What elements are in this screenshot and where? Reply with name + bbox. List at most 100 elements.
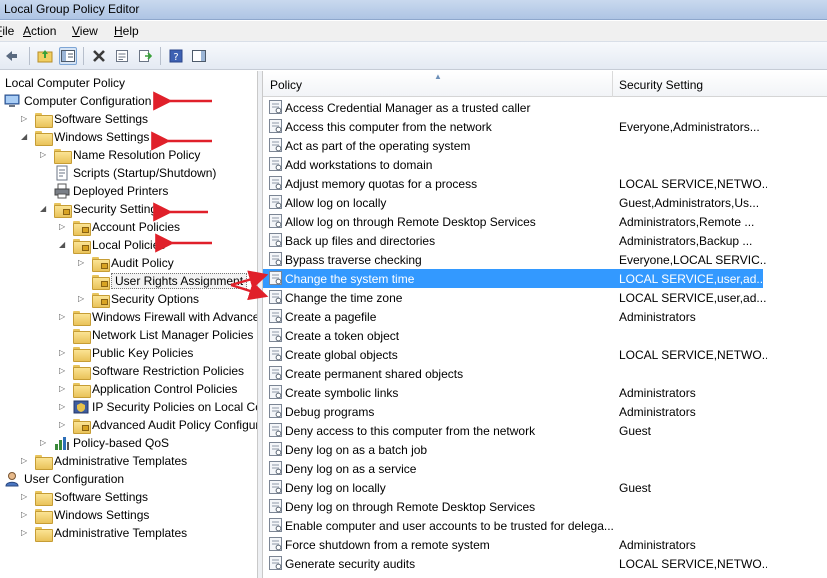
folder-icon [73, 309, 91, 326]
policy-name: Debug programs [285, 405, 375, 419]
tree-item-user-configuration[interactable]: User Configuration [0, 470, 257, 488]
policy-row[interactable]: Back up files and directories Administrat… [263, 231, 827, 250]
policy-row[interactable]: Deny access to this computer from the ne… [263, 421, 827, 440]
policy-row[interactable]: Add workstations to domain [263, 155, 827, 174]
policy-row[interactable]: Deny log on as a batch job [263, 440, 827, 459]
policy-row[interactable]: Access this computer from the network Eve… [263, 117, 827, 136]
tree-item-local-policies[interactable]: ◢ Local Policies [0, 236, 257, 254]
menu-help[interactable]: Help [114, 24, 139, 38]
tree-item-public-key-policies[interactable]: ▷ Public Key Policies [0, 344, 257, 362]
expand-arrow-icon[interactable]: ▷ [21, 510, 29, 519]
expand-arrow-icon[interactable]: ▷ [78, 258, 86, 267]
policy-row[interactable]: Create permanent shared objects [263, 364, 827, 383]
policy-row[interactable]: Adjust memory quotas for a process LOCAL … [263, 174, 827, 193]
policy-setting-icon [269, 138, 283, 152]
policy-setting-icon [269, 214, 283, 228]
policy-row[interactable]: Deny log on as a service [263, 459, 827, 478]
expand-arrow-icon[interactable]: ▷ [59, 402, 67, 411]
expand-arrow-icon[interactable]: ▷ [59, 384, 67, 393]
up-folder-icon[interactable] [36, 47, 54, 65]
back-icon[interactable] [2, 47, 20, 65]
details-pane[interactable]: ▲ Policy Security Setting Access Credent… [263, 71, 827, 578]
tree-item-audit-policy[interactable]: ▷ Audit Policy [0, 254, 257, 272]
policy-setting-icon [269, 480, 283, 494]
tree-item-advanced-audit-policy-configura[interactable]: ▷ Advanced Audit Policy Configura [0, 416, 257, 434]
policy-row[interactable]: Allow log on locally Guest,Administrators… [263, 193, 827, 212]
tree-item-scripts-startup-shutdown[interactable]: Scripts (Startup/Shutdown) [0, 164, 257, 182]
policy-row[interactable]: Act as part of the operating system [263, 136, 827, 155]
policy-row[interactable]: Create symbolic links Administrators [263, 383, 827, 402]
action-pane-icon[interactable] [190, 47, 208, 65]
policy-row[interactable]: Generate security audits LOCAL SERVICE,NE… [263, 554, 827, 573]
tree-item-label: Windows Settings [54, 508, 150, 522]
expand-arrow-icon[interactable]: ▷ [78, 294, 86, 303]
policy-row[interactable]: Deny log on locally Guest [263, 478, 827, 497]
tree-item-windows-settings[interactable]: ◢ Windows Settings [0, 128, 257, 146]
column-header-policy[interactable]: Policy [270, 78, 302, 92]
show-hide-tree-icon[interactable] [59, 47, 77, 65]
tree-item-deployed-printers[interactable]: Deployed Printers [0, 182, 257, 200]
expand-arrow-icon[interactable]: ▷ [59, 420, 67, 429]
properties-icon[interactable] [113, 47, 131, 65]
tree-item-administrative-templates[interactable]: ▷ Administrative Templates [0, 452, 257, 470]
tree-item-policy-based-qos[interactable]: ▷ Policy-based QoS [0, 434, 257, 452]
tree-item-windows-settings[interactable]: ▷ Windows Settings [0, 506, 257, 524]
tree-root[interactable]: Local Computer Policy [0, 74, 257, 92]
menu-action[interactable]: Action [23, 24, 56, 38]
tree-item-security-options[interactable]: ▷ Security Options [0, 290, 257, 308]
policy-row[interactable]: Bypass traverse checking Everyone,LOCAL S… [263, 250, 827, 269]
export-list-icon[interactable] [136, 47, 154, 65]
tree-item-windows-firewall-with-advanced[interactable]: ▷ Windows Firewall with Advanced [0, 308, 257, 326]
policy-setting-icon [269, 328, 283, 342]
script-icon [54, 165, 70, 181]
expand-arrow-icon[interactable]: ▷ [59, 366, 67, 375]
policy-row[interactable]: Change the system time LOCAL SERVICE,user… [263, 269, 766, 288]
tree-item-software-settings[interactable]: ▷ Software Settings [0, 110, 257, 128]
collapse-arrow-icon[interactable]: ◢ [59, 240, 67, 249]
policy-row[interactable]: Create a pagefile Administrators [263, 307, 827, 326]
menu-view[interactable]: View [72, 24, 98, 38]
tree-item-name-resolution-policy[interactable]: ▷ Name Resolution Policy [0, 146, 257, 164]
expand-arrow-icon[interactable]: ▷ [40, 438, 48, 447]
policy-row[interactable]: Access Credential Manager as a trusted c… [263, 98, 827, 117]
policy-setting-icon [269, 233, 283, 247]
collapse-arrow-icon[interactable]: ◢ [40, 204, 48, 213]
menu-file[interactable]: File [0, 24, 14, 38]
shield-icon [73, 399, 89, 415]
expand-arrow-icon[interactable]: ▷ [59, 348, 67, 357]
expand-arrow-icon[interactable]: ▷ [21, 456, 29, 465]
policy-row[interactable]: Deny log on through Remote Desktop Servi… [263, 497, 827, 516]
policy-row[interactable]: Create a token object [263, 326, 827, 345]
console-tree-pane[interactable]: Local Computer Policy Computer Configura… [0, 71, 258, 578]
expand-arrow-icon[interactable]: ▷ [21, 114, 29, 123]
tree-item-label: Name Resolution Policy [73, 148, 201, 162]
tree-item-computer-configuration[interactable]: Computer Configuration [0, 92, 257, 110]
collapse-arrow-icon[interactable]: ◢ [21, 132, 29, 141]
tree-item-application-control-policies[interactable]: ▷ Application Control Policies [0, 380, 257, 398]
tree-item-ip-security-policies-on-local-com[interactable]: ▷ IP Security Policies on Local Com [0, 398, 257, 416]
folder-icon [35, 525, 53, 542]
tree-item-network-list-manager-policies[interactable]: Network List Manager Policies [0, 326, 257, 344]
tree-item-security-settings[interactable]: ◢ Security Settings [0, 200, 257, 218]
expand-arrow-icon[interactable]: ▷ [59, 312, 67, 321]
expand-arrow-icon[interactable]: ▷ [59, 222, 67, 231]
policy-row[interactable]: Force shutdown from a remote system Admin… [263, 535, 827, 554]
policy-row[interactable]: Debug programs Administrators [263, 402, 827, 421]
policy-setting-icon [269, 556, 283, 570]
column-header-security-setting[interactable]: Security Setting [619, 78, 703, 92]
help-icon[interactable]: ? [167, 47, 185, 65]
tree-item-account-policies[interactable]: ▷ Account Policies [0, 218, 257, 236]
policy-setting-icon [269, 195, 283, 209]
tree-item-software-settings[interactable]: ▷ Software Settings [0, 488, 257, 506]
tree-item-software-restriction-policies[interactable]: ▷ Software Restriction Policies [0, 362, 257, 380]
policy-row[interactable]: Create global objects LOCAL SERVICE,NETWO… [263, 345, 827, 364]
policy-row[interactable]: Change the time zone LOCAL SERVICE,user,a… [263, 288, 827, 307]
expand-arrow-icon[interactable]: ▷ [21, 528, 29, 537]
expand-arrow-icon[interactable]: ▷ [21, 492, 29, 501]
policy-row[interactable]: Enable computer and user accounts to be … [263, 516, 827, 535]
expand-arrow-icon[interactable]: ▷ [40, 150, 48, 159]
tree-item-administrative-templates[interactable]: ▷ Administrative Templates [0, 524, 257, 542]
policy-row[interactable]: Allow log on through Remote Desktop Serv… [263, 212, 827, 231]
delete-icon[interactable] [90, 47, 108, 65]
tree-item-user-rights-assignment[interactable]: User Rights Assignment [0, 272, 257, 290]
